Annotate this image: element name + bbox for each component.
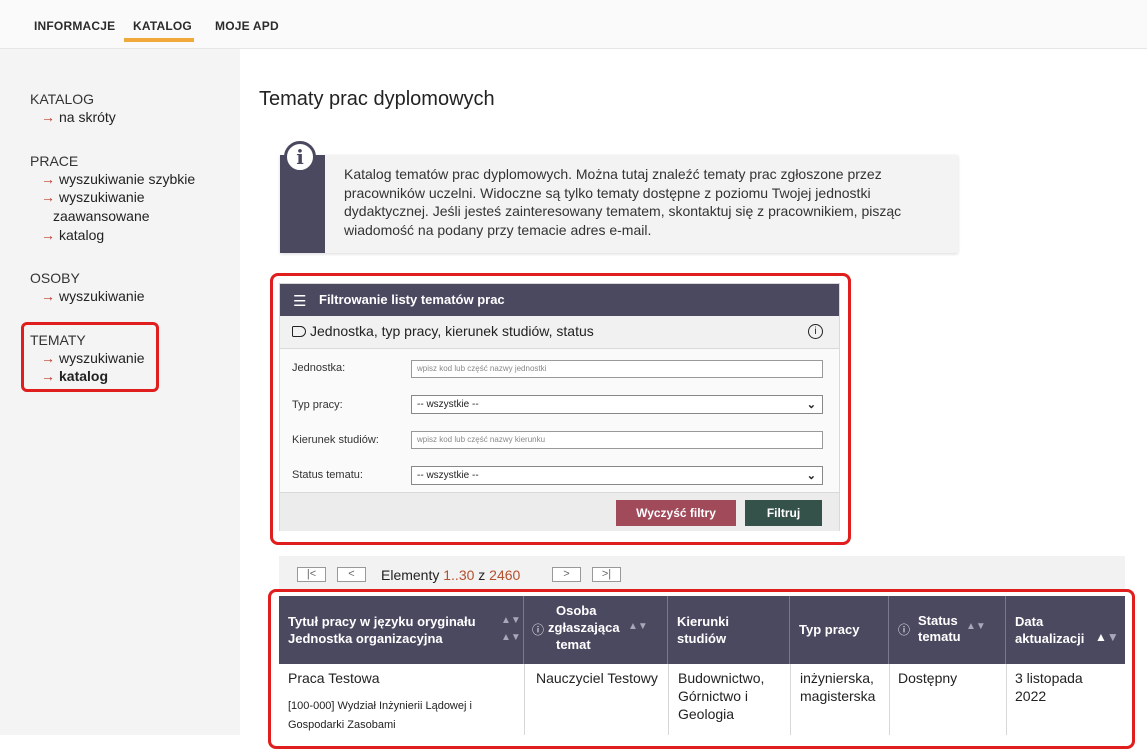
typ-pracy-select[interactable]: -- wszystkie -- ⌄: [411, 395, 823, 414]
nav-tab-moje-apd[interactable]: MOJE APD: [215, 19, 279, 33]
filter-panel: ☰ Filtrowanie listy tematów prac Jednost…: [279, 283, 840, 531]
filter-icon: ☰: [293, 293, 307, 310]
sidebar-link-label: katalog: [59, 368, 109, 384]
tag-icon: [292, 326, 306, 337]
arrow-right-icon: →: [41, 368, 55, 384]
info-icon: i: [284, 141, 316, 173]
arrow-right-icon: →: [41, 109, 55, 125]
filter-button[interactable]: Filtruj: [745, 500, 822, 526]
prev-page-button[interactable]: <: [337, 567, 366, 582]
label-typ-pracy: Typ pracy:: [292, 399, 343, 411]
filter-section-title: Jednostka, typ pracy, kierunek studiów, …: [310, 323, 594, 339]
sidebar-link-wyszukiwanie-szybkie[interactable]: → wyszukiwanie szybkie: [41, 170, 195, 189]
pagination-total: 2460: [489, 567, 521, 583]
typ-pracy-value: -- wszystkie --: [417, 399, 479, 410]
sidebar-link-tematy-katalog[interactable]: → katalog: [41, 367, 108, 386]
sidebar-link-label: wyszukiwanie: [59, 189, 145, 205]
active-tab-indicator: [124, 38, 194, 42]
jednostka-input[interactable]: wpisz kod lub część nazwy jednostki: [411, 360, 823, 378]
sidebar-link-osoby-wyszukiwanie[interactable]: → wyszukiwanie: [41, 287, 145, 306]
nav-tab-informacje[interactable]: INFORMACJE: [34, 19, 115, 33]
sidebar-heading-katalog: KATALOG: [30, 91, 95, 107]
status-value: -- wszystkie --: [417, 470, 479, 481]
sidebar-link-label: wyszukiwanie szybkie: [59, 171, 196, 187]
chevron-down-icon: ⌄: [806, 470, 816, 482]
pagination-of: z: [478, 567, 486, 583]
top-navigation: INFORMACJE KATALOG MOJE APD: [0, 0, 1147, 49]
sidebar-link-label-cont: zaawansowane: [53, 208, 150, 224]
filter-header-title: Filtrowanie listy tematów prac: [319, 292, 505, 307]
last-page-button[interactable]: >|: [592, 567, 621, 582]
filter-header[interactable]: ☰ Filtrowanie listy tematów prac: [280, 284, 839, 316]
info-line: dydaktycznej. Jeśli jesteś zainteresowan…: [344, 203, 902, 219]
first-page-button[interactable]: |<: [297, 567, 326, 582]
pagination-info: Elementy 1..30 z 2460: [381, 567, 520, 583]
sidebar-link-label: na skróty: [59, 109, 116, 125]
status-select[interactable]: -- wszystkie -- ⌄: [411, 466, 823, 485]
pagination-label: Elementy: [381, 567, 440, 583]
info-icon[interactable]: i: [808, 324, 823, 339]
label-status: Status tematu:: [292, 469, 363, 481]
sidebar-link-label: wyszukiwanie: [59, 350, 145, 366]
arrow-right-icon: →: [41, 171, 55, 187]
sidebar-heading-tematy: TEMATY: [30, 332, 86, 348]
page-title: Tematy prac dyplomowych: [259, 88, 495, 110]
sidebar-heading-prace: PRACE: [30, 153, 79, 169]
label-kierunek: Kierunek studiów:: [292, 434, 379, 446]
highlight-frame-table: [268, 589, 1135, 749]
arrow-right-icon: →: [41, 227, 55, 243]
sidebar-link-tematy-wyszukiwanie[interactable]: → wyszukiwanie: [41, 349, 145, 368]
info-line: wiadomość na podany przy temacie adres e…: [344, 221, 652, 238]
clear-filters-button[interactable]: Wyczyść filtry: [616, 500, 736, 526]
info-text: Katalog tematów prac dyplomowych. Można …: [344, 165, 934, 239]
sidebar-link-wyszukiwanie-zaawansowane[interactable]: → wyszukiwanie zaawansowane: [41, 188, 150, 226]
filter-section-header[interactable]: Jednostka, typ pracy, kierunek studiów, …: [280, 316, 839, 349]
nav-tab-katalog[interactable]: KATALOG: [133, 19, 192, 33]
chevron-down-icon: ⌄: [806, 399, 816, 411]
arrow-right-icon: →: [41, 350, 55, 366]
filter-actions: Wyczyść filtry Filtruj: [280, 492, 839, 531]
sidebar-link-label: katalog: [59, 227, 105, 243]
sidebar-heading-osoby: OSOBY: [30, 270, 80, 286]
pagination-range: 1..30: [443, 567, 475, 583]
sidebar: [0, 49, 240, 735]
next-page-button[interactable]: >: [552, 567, 581, 582]
info-line: pracowników uczelni. Widoczne są tylko t…: [344, 184, 871, 201]
arrow-right-icon: →: [41, 189, 55, 205]
sidebar-link-prace-katalog[interactable]: → katalog: [41, 226, 104, 245]
sidebar-link-label: wyszukiwanie: [59, 288, 145, 304]
info-line: Katalog tematów prac dyplomowych. Można …: [344, 166, 882, 182]
info-box: i Katalog tematów prac dyplomowych. Możn…: [280, 141, 958, 253]
sidebar-link-na-skroty[interactable]: → na skróty: [41, 108, 116, 127]
label-jednostka: Jednostka:: [292, 362, 346, 374]
arrow-right-icon: →: [41, 288, 55, 304]
kierunek-input[interactable]: wpisz kod lub część nazwy kierunku: [411, 431, 823, 449]
